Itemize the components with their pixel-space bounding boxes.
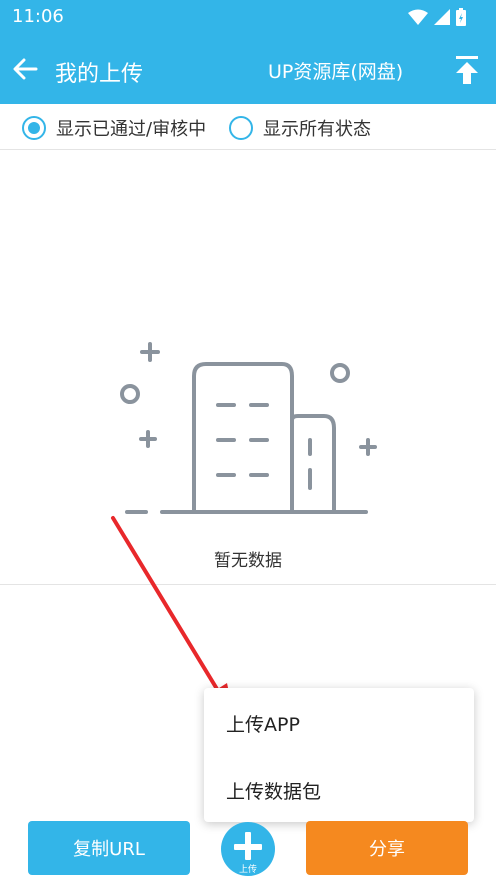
radio-unchecked-icon (229, 116, 253, 140)
copy-url-button[interactable]: 复制URL (28, 821, 190, 875)
page-title: 我的上传 (55, 62, 144, 87)
status-time: 11:06 (12, 6, 64, 27)
battery-icon (456, 8, 466, 26)
share-button[interactable]: 分享 (306, 821, 468, 875)
back-button[interactable] (10, 54, 40, 84)
radio-checked-icon (22, 116, 46, 140)
status-bar: 11:06 (0, 0, 496, 34)
upload-button[interactable] (452, 52, 482, 86)
upload-app-menu-item[interactable]: 上传APP (226, 710, 466, 737)
upload-data-package-menu-item[interactable]: 上传数据包 (226, 777, 466, 804)
signal-icon (434, 9, 450, 25)
upload-icon (456, 56, 478, 84)
radio-label: 显示所有状态 (263, 119, 371, 140)
up-resource-library-link[interactable]: UP资源库(网盘) (268, 57, 403, 84)
status-icons (408, 8, 466, 26)
empty-buildings-illustration (120, 342, 377, 514)
filter-approved-radio[interactable]: 显示已通过/审核中 (22, 115, 206, 141)
upload-popup-menu: 上传APP 上传数据包 (204, 688, 474, 822)
filter-all-radio[interactable]: 显示所有状态 (229, 115, 371, 141)
upload-fab-button[interactable]: 上传 (221, 822, 275, 876)
app-bar: 11:06 我的上传 UP资源库(网盘) (0, 0, 496, 104)
wifi-icon (408, 9, 428, 25)
arrow-left-icon (13, 58, 38, 80)
radio-label: 显示已通过/审核中 (56, 119, 207, 140)
fab-label: 上传 (238, 865, 257, 875)
filter-bar: 显示已通过/审核中 显示所有状态 (0, 104, 496, 150)
empty-message: 暂无数据 (214, 551, 282, 571)
